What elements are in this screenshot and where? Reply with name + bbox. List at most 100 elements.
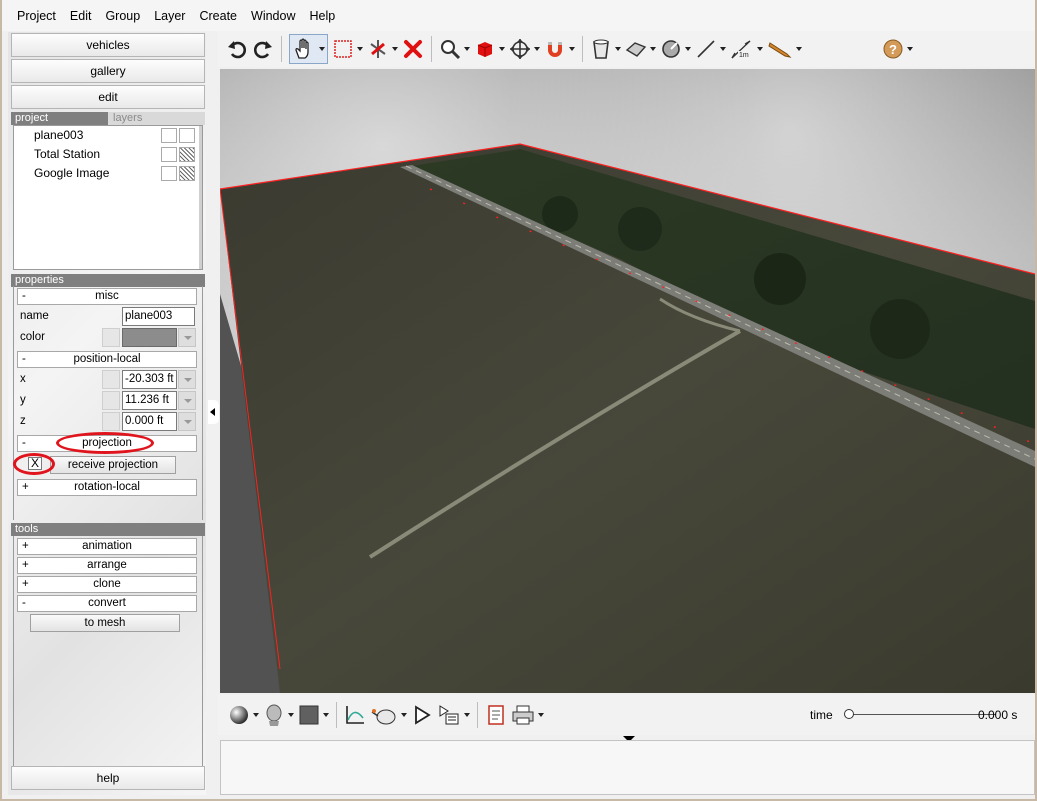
y-spinner[interactable]: [178, 391, 196, 410]
visibility-checkbox[interactable]: [161, 166, 177, 181]
material-sphere-button[interactable]: [228, 700, 259, 730]
bucket-button[interactable]: [590, 34, 621, 64]
create-object-button[interactable]: [474, 34, 505, 64]
collapse-panel-handle[interactable]: [208, 400, 219, 424]
chevron-down-icon: [615, 47, 621, 51]
console-area[interactable]: [220, 740, 1035, 795]
menu-create[interactable]: Create: [192, 9, 244, 23]
surface-icon: [625, 42, 647, 57]
chevron-down-icon: [288, 713, 294, 717]
z-lock[interactable]: [102, 412, 120, 431]
group-toggle: +: [22, 559, 29, 571]
tool-arrange[interactable]: + arrange: [17, 557, 197, 574]
report-button[interactable]: [485, 700, 507, 730]
transform-tool-button[interactable]: [367, 34, 398, 64]
measure-button[interactable]: 1m: [730, 34, 763, 64]
zoom-button[interactable]: [439, 34, 470, 64]
background-color-button[interactable]: [298, 700, 329, 730]
group-label: position-local: [73, 353, 141, 365]
main-toolbar: 1m ?: [218, 31, 1035, 67]
tools-header: tools: [11, 523, 205, 536]
group-toggle: +: [22, 481, 29, 493]
color-lock[interactable]: [102, 328, 120, 347]
color-dropdown[interactable]: [178, 328, 196, 347]
3d-viewport[interactable]: [220, 69, 1035, 693]
visibility-checkbox[interactable]: [161, 128, 177, 143]
receive-projection-checkbox[interactable]: X: [28, 457, 42, 470]
delete-button[interactable]: [402, 34, 424, 64]
line-button[interactable]: [695, 34, 726, 64]
snap-button[interactable]: [544, 34, 575, 64]
list-item-label: Google Image: [34, 166, 110, 180]
pencil-button[interactable]: [767, 34, 802, 64]
x-spinner[interactable]: [178, 370, 196, 389]
list-scrollbar[interactable]: [199, 126, 202, 269]
lock-checkbox[interactable]: [179, 166, 195, 181]
tree-cluster: [754, 253, 806, 305]
time-value: 0.000 s: [978, 708, 1018, 722]
scene-render: [220, 143, 1035, 693]
y-field[interactable]: 11.236 ft: [122, 391, 177, 410]
print-button[interactable]: [511, 700, 544, 730]
question-icon: ?: [883, 39, 903, 59]
sphere-icon: [230, 706, 248, 724]
select-rect-button[interactable]: [332, 34, 363, 64]
play-options-button[interactable]: [437, 700, 470, 730]
play-button[interactable]: [411, 700, 433, 730]
svg-text:1m: 1m: [739, 52, 749, 59]
group-misc[interactable]: - misc: [17, 288, 197, 305]
name-field[interactable]: plane003: [122, 307, 195, 326]
group-position-local[interactable]: - position-local: [17, 351, 197, 368]
vehicles-button[interactable]: vehicles: [11, 33, 205, 57]
tool-animation[interactable]: + animation: [17, 538, 197, 555]
tab-layers[interactable]: layers: [108, 112, 205, 125]
move-arrows-icon: [510, 39, 530, 59]
list-item[interactable]: Google Image: [14, 164, 202, 183]
tool-clone[interactable]: + clone: [17, 576, 197, 593]
tree-cluster: [542, 196, 578, 232]
to-mesh-button[interactable]: to mesh: [30, 614, 180, 632]
tool-convert[interactable]: - convert: [17, 595, 197, 612]
color-swatch[interactable]: [122, 328, 177, 347]
redo-button[interactable]: [252, 34, 274, 64]
chevron-down-icon: [720, 47, 726, 51]
list-item-label: Total Station: [34, 147, 101, 161]
group-toggle: -: [22, 290, 26, 302]
group-projection[interactable]: - projection: [17, 435, 197, 452]
menu-group[interactable]: Group: [98, 9, 147, 23]
help-icon-button[interactable]: ?: [882, 34, 913, 64]
help-button[interactable]: help: [11, 766, 205, 790]
visibility-checkbox[interactable]: [161, 147, 177, 162]
menu-layer[interactable]: Layer: [147, 9, 192, 23]
x-lock[interactable]: [102, 370, 120, 389]
list-item[interactable]: Total Station: [14, 145, 202, 164]
line-icon: [697, 40, 715, 58]
avatar-button[interactable]: [263, 700, 294, 730]
head-icon: [266, 704, 282, 726]
receive-projection-button[interactable]: receive projection: [50, 456, 176, 474]
gallery-button[interactable]: gallery: [11, 59, 205, 83]
protractor-button[interactable]: [660, 34, 691, 64]
menu-help[interactable]: Help: [302, 9, 342, 23]
list-item[interactable]: plane003: [14, 126, 202, 145]
pan-tool-button[interactable]: [289, 34, 328, 64]
move-button[interactable]: [509, 34, 540, 64]
y-lock[interactable]: [102, 391, 120, 410]
menu-window[interactable]: Window: [244, 9, 302, 23]
menu-edit[interactable]: Edit: [63, 9, 99, 23]
z-spinner[interactable]: [178, 412, 196, 431]
lock-checkbox[interactable]: [179, 128, 195, 143]
lock-checkbox[interactable]: [179, 147, 195, 162]
surface-button[interactable]: [625, 34, 656, 64]
group-rotation-local[interactable]: + rotation-local: [17, 479, 197, 496]
camera-button[interactable]: [370, 700, 407, 730]
edit-button[interactable]: edit: [11, 85, 205, 109]
time-slider-knob[interactable]: [844, 709, 854, 719]
x-field[interactable]: -20.303 ft: [122, 370, 177, 389]
menu-project[interactable]: Project: [10, 9, 63, 23]
time-slider-track[interactable]: [848, 714, 996, 715]
undo-button[interactable]: [226, 34, 248, 64]
tab-project[interactable]: project: [11, 112, 108, 125]
graph-button[interactable]: [344, 700, 366, 730]
z-field[interactable]: 0.000 ft: [122, 412, 177, 431]
